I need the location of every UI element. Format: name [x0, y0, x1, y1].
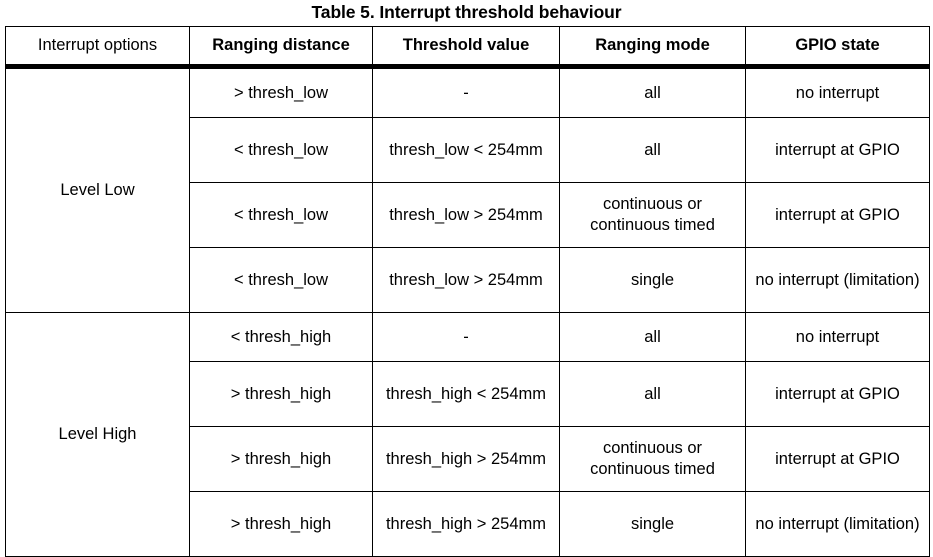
cell-threshold-value: thresh_high > 254mm: [372, 426, 560, 492]
cell-ranging-mode: all: [559, 312, 746, 362]
cell-threshold-value: thresh_low > 254mm: [372, 247, 560, 313]
cell-gpio-state: interrupt at GPIO: [745, 117, 930, 183]
column-header-gpio-state: GPIO state: [745, 26, 930, 69]
cell-gpio-state: interrupt at GPIO: [745, 426, 930, 492]
cell-threshold-value: thresh_low < 254mm: [372, 117, 560, 183]
cell-gpio-state: interrupt at GPIO: [745, 182, 930, 248]
cell-gpio-state: no interrupt: [745, 66, 930, 118]
cell-gpio-state: no interrupt (limitation): [745, 491, 930, 557]
cell-threshold-value: thresh_high < 254mm: [372, 361, 560, 427]
table-container: Interrupt options Ranging distance Thres…: [5, 26, 930, 557]
cell-ranging-distance: > thresh_high: [189, 491, 373, 557]
cell-ranging-distance: < thresh_low: [189, 247, 373, 313]
table-caption: Table 5. Interrupt threshold behaviour: [311, 2, 622, 22]
column-header-threshold-value: Threshold value: [372, 26, 560, 69]
cell-gpio-state: no interrupt: [745, 312, 930, 362]
cell-ranging-mode: all: [559, 117, 746, 183]
cell-threshold-value: thresh_low > 254mm: [372, 182, 560, 248]
table-header-row: Interrupt options Ranging distance Thres…: [5, 26, 930, 69]
cell-ranging-distance: < thresh_high: [189, 312, 373, 362]
group-label-level-high: Level High: [5, 312, 190, 557]
cell-ranging-distance: < thresh_low: [189, 182, 373, 248]
cell-ranging-mode: all: [559, 66, 746, 118]
cell-gpio-state: no interrupt (limitation): [745, 247, 930, 313]
cell-gpio-state: interrupt at GPIO: [745, 361, 930, 427]
table-body: Level Low > thresh_low - all no interrup…: [5, 66, 930, 557]
column-header-ranging-mode: Ranging mode: [559, 26, 746, 69]
table-row: Level Low > thresh_low - all no interrup…: [5, 66, 930, 313]
cell-ranging-mode: continuous or continuous timed: [559, 426, 746, 492]
cell-ranging-distance: > thresh_high: [189, 361, 373, 427]
cell-ranging-distance: > thresh_high: [189, 426, 373, 492]
document-page: Table 5. Interrupt threshold behaviour I…: [0, 0, 933, 557]
cell-ranging-mode: all: [559, 361, 746, 427]
table-row: Level High < thresh_high - all no interr…: [5, 312, 930, 557]
cell-threshold-value: -: [372, 312, 560, 362]
cell-ranging-mode: single: [559, 491, 746, 557]
cell-threshold-value: thresh_high > 254mm: [372, 491, 560, 557]
interrupt-threshold-table: Interrupt options Ranging distance Thres…: [5, 26, 930, 557]
cell-ranging-distance: > thresh_low: [189, 66, 373, 118]
cell-threshold-value: -: [372, 66, 560, 118]
group-label-level-low: Level Low: [5, 66, 190, 313]
column-header-interrupt-options: Interrupt options: [5, 26, 190, 69]
cell-ranging-mode: continuous or continuous timed: [559, 182, 746, 248]
cell-ranging-distance: < thresh_low: [189, 117, 373, 183]
column-header-ranging-distance: Ranging distance: [189, 26, 373, 69]
cell-ranging-mode: single: [559, 247, 746, 313]
